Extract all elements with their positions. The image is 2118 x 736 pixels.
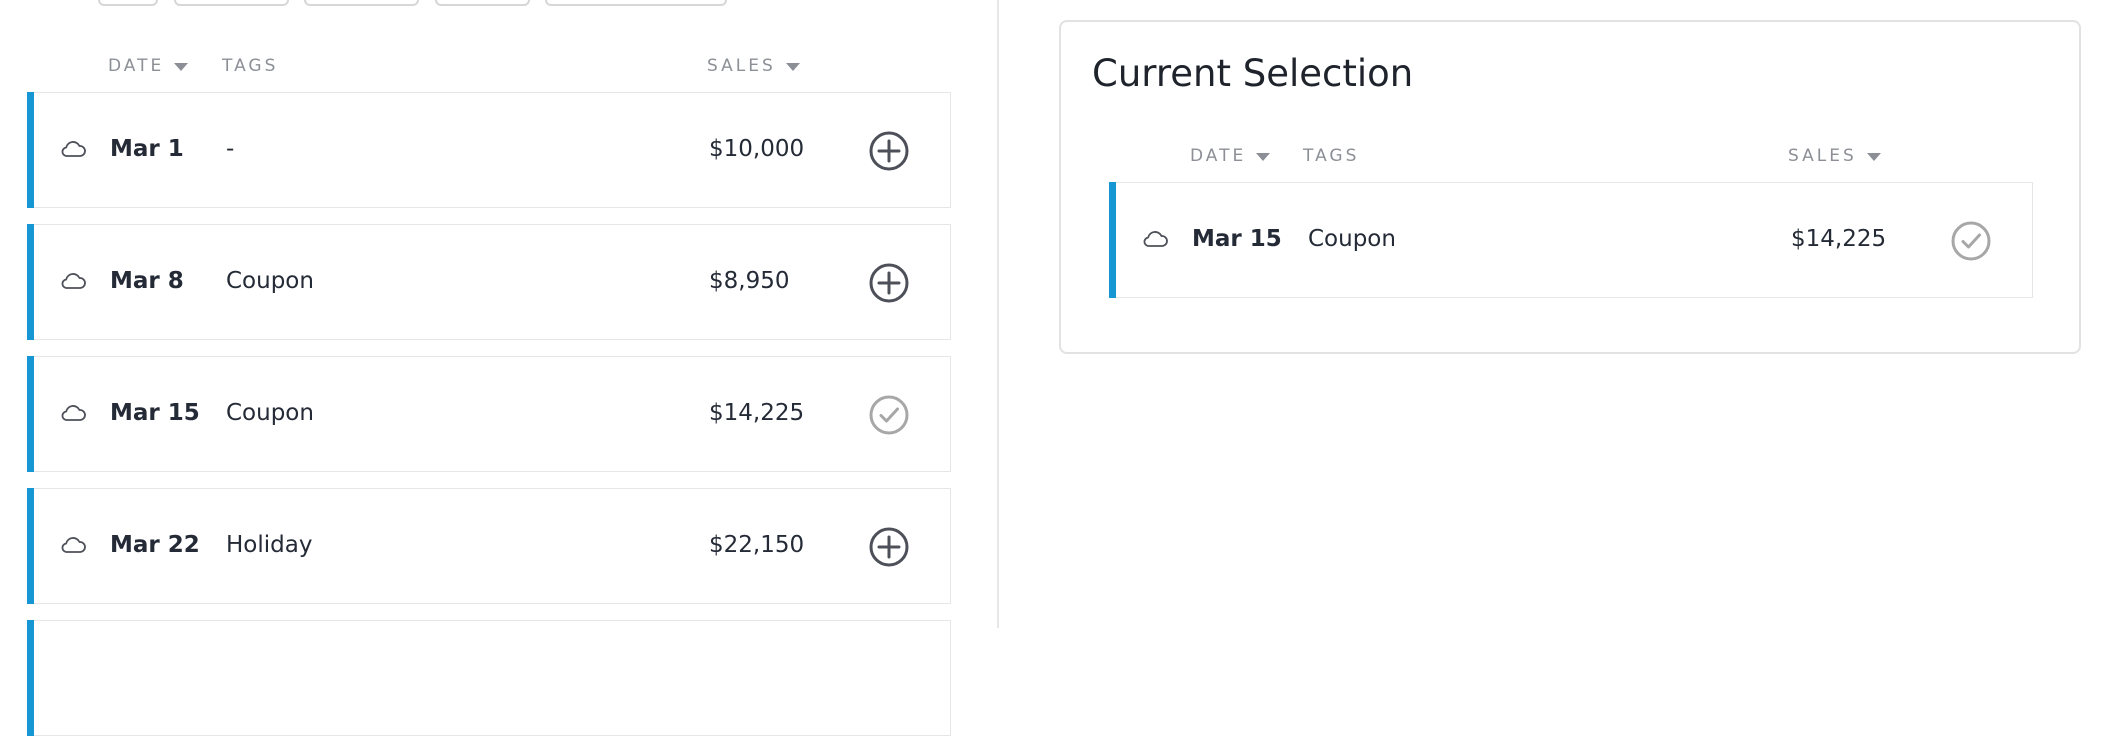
- row-tag: Holiday: [226, 532, 313, 558]
- row-tag: Coupon: [226, 400, 314, 426]
- tags-header-label: TAGS: [222, 56, 279, 76]
- add-circle-icon[interactable]: [868, 130, 910, 172]
- row-tag: -: [226, 136, 235, 162]
- selected-row[interactable]: Mar 15 Coupon $14,225: [1109, 182, 2033, 298]
- add-circle-icon[interactable]: [868, 262, 910, 304]
- table-row[interactable]: Mar 8 Coupon $8,950: [27, 224, 951, 340]
- filter-chip-2[interactable]: [174, 0, 289, 6]
- check-circle-icon[interactable]: [868, 394, 910, 436]
- row-date: Mar 15: [1192, 226, 1282, 252]
- row-sales: $22,150: [709, 532, 805, 558]
- filter-chip-3[interactable]: [304, 0, 419, 6]
- cloud-icon: [59, 138, 87, 158]
- table-row[interactable]: Mar 22 Holiday $22,150: [27, 488, 951, 604]
- sales-header-label: SALES: [707, 56, 776, 76]
- check-circle-icon[interactable]: [1950, 220, 1992, 262]
- date-sort-caret-icon[interactable]: [174, 62, 189, 71]
- sales-column-header[interactable]: SALES: [707, 56, 800, 76]
- panel-title: Current Selection: [1092, 52, 1414, 95]
- filter-chip-5[interactable]: [545, 0, 727, 6]
- panel-divider: [997, 0, 999, 628]
- row-date: Mar 8: [110, 268, 184, 294]
- date-column-header[interactable]: DATE: [108, 56, 189, 76]
- row-sales: $10,000: [709, 136, 805, 162]
- filter-chip-1[interactable]: [98, 0, 158, 6]
- sales-sort-caret-icon[interactable]: [785, 62, 800, 71]
- table-row[interactable]: Mar 15 Coupon $14,225: [27, 356, 951, 472]
- filter-chip-4[interactable]: [435, 0, 530, 6]
- row-sales: $8,950: [709, 268, 790, 294]
- cloud-icon: [1141, 228, 1169, 248]
- row-tag: Coupon: [1308, 226, 1396, 252]
- row-sales: $14,225: [709, 400, 805, 426]
- tags-column-header: TAGS: [222, 56, 278, 76]
- add-circle-icon[interactable]: [868, 526, 910, 568]
- row-sales: $14,225: [1791, 226, 1887, 252]
- sales-sort-caret-icon[interactable]: [1866, 152, 1881, 161]
- cloud-icon: [59, 402, 87, 422]
- date-header-label: DATE: [1190, 146, 1247, 166]
- row-tag: Coupon: [226, 268, 314, 294]
- date-header-label: DATE: [108, 56, 165, 76]
- cloud-icon: [59, 270, 87, 290]
- date-column-header[interactable]: DATE: [1190, 146, 1271, 166]
- tags-column-header: TAGS: [1303, 146, 1359, 166]
- current-selection-panel: Current Selection DATE TAGS SALES Mar 15…: [1059, 20, 2081, 354]
- cloud-icon: [59, 534, 87, 554]
- table-row[interactable]: Mar 1 - $10,000: [27, 92, 951, 208]
- row-date: Mar 22: [110, 532, 200, 558]
- date-sort-caret-icon[interactable]: [1256, 152, 1271, 161]
- sales-header-label: SALES: [1788, 146, 1857, 166]
- tags-header-label: TAGS: [1303, 146, 1360, 166]
- row-date: Mar 1: [110, 136, 184, 162]
- table-row[interactable]: [27, 620, 951, 736]
- row-date: Mar 15: [110, 400, 200, 426]
- sales-column-header[interactable]: SALES: [1788, 146, 1881, 166]
